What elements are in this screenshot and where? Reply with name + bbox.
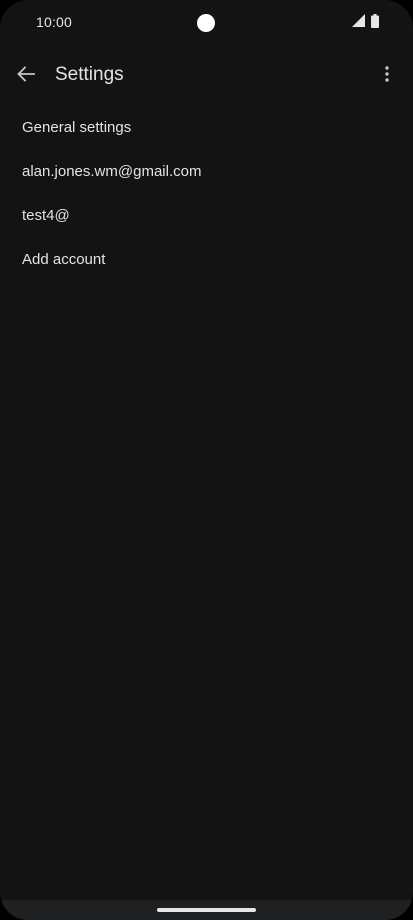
status-bar: 10:00 [0, 0, 413, 46]
settings-item-label: Add account [22, 250, 106, 268]
navigation-bar [0, 900, 413, 920]
page-title: Settings [55, 64, 124, 85]
account-item-test4[interactable]: test4@ [0, 193, 413, 237]
more-vertical-icon [385, 65, 389, 87]
signal-icon [352, 14, 365, 32]
settings-item-label: General settings [22, 118, 132, 136]
settings-list: General settings alan.jones.wm@gmail.com… [0, 105, 413, 281]
more-options-button[interactable] [375, 60, 399, 92]
arrow-back-icon [17, 65, 35, 87]
phone-screen: 10:00 Settings General settings alan.jon… [0, 0, 413, 920]
settings-item-label: test4@ [22, 206, 70, 224]
camera-cutout [197, 14, 215, 32]
settings-item-label: alan.jones.wm@gmail.com [22, 162, 202, 180]
battery-icon [371, 13, 379, 33]
add-account-item[interactable]: Add account [0, 237, 413, 281]
general-settings-item[interactable]: General settings [0, 105, 413, 149]
back-button[interactable] [10, 58, 42, 94]
app-bar: Settings [0, 52, 413, 100]
home-indicator[interactable] [157, 908, 256, 912]
status-time: 10:00 [36, 14, 73, 30]
account-item-alan-jones[interactable]: alan.jones.wm@gmail.com [0, 149, 413, 193]
status-icons [352, 13, 379, 33]
